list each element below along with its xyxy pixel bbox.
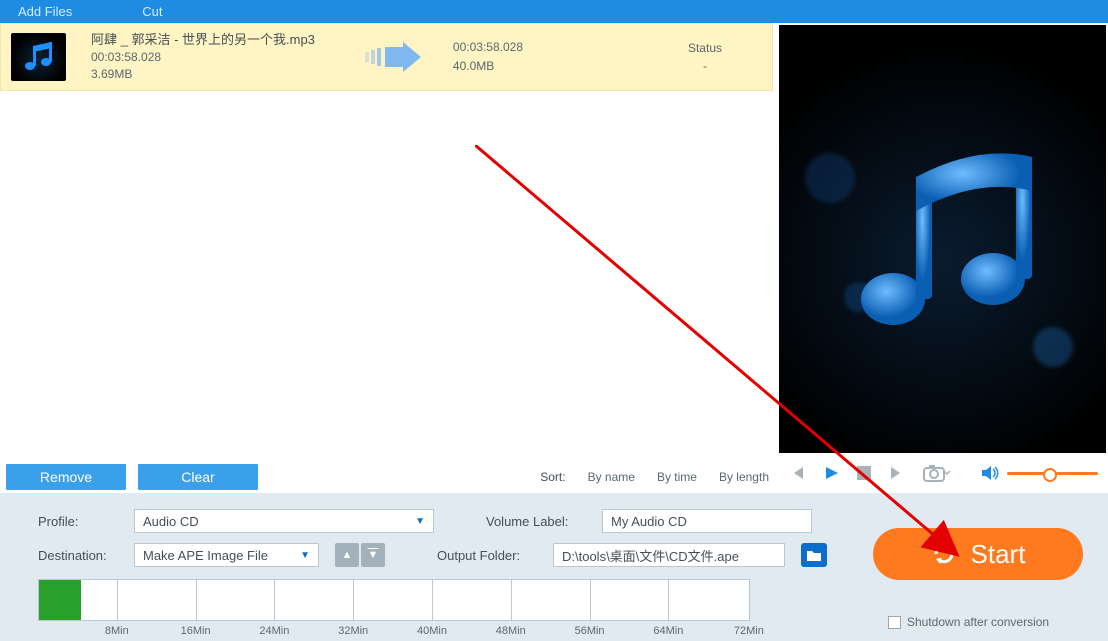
output-folder-input[interactable]: D:\tools\桌面\文件\CD文件.ape: [553, 543, 785, 567]
left-panel: 阿肆 _ 郭采洁 - 世界上的另一个我.mp3 00:03:58.028 3.6…: [0, 23, 773, 493]
file-list: 阿肆 _ 郭采洁 - 世界上的另一个我.mp3 00:03:58.028 3.6…: [0, 23, 773, 461]
ruler-tick: 72Min: [734, 625, 764, 637]
volume-label-label: Volume Label:: [486, 514, 586, 529]
file-name: 阿肆 _ 郭采洁 - 世界上的另一个我.mp3: [91, 31, 315, 49]
destination-select[interactable]: Make APE Image File ▼: [134, 543, 319, 567]
right-panel: [773, 23, 1108, 493]
prev-button[interactable]: [789, 465, 805, 481]
menu-cut[interactable]: Cut: [142, 4, 162, 19]
remove-button[interactable]: Remove: [6, 464, 126, 490]
shutdown-option[interactable]: Shutdown after conversion: [888, 615, 1049, 629]
player-controls: [773, 453, 1108, 493]
sort-by-time[interactable]: By time: [657, 470, 697, 484]
stop-button[interactable]: [857, 466, 871, 480]
settings-panel: Profile: Audio CD ▼ Volume Label: My Aud…: [0, 493, 1108, 641]
settings-left: Profile: Audio CD ▼ Volume Label: My Aud…: [0, 493, 858, 641]
start-button[interactable]: Start: [873, 528, 1083, 580]
load-button[interactable]: ▼: [361, 543, 385, 567]
profile-label: Profile:: [38, 514, 118, 529]
file-duration: 00:03:58.028: [91, 49, 315, 66]
destination-updown: ▲ ▼: [335, 543, 385, 567]
output-folder-label: Output Folder:: [437, 548, 537, 563]
file-thumbnail: [11, 33, 66, 81]
start-label: Start: [971, 539, 1026, 570]
ruler-tick: 16Min: [181, 625, 211, 637]
menu-bar: Add Files Cut: [0, 0, 1108, 23]
status-label: Status: [688, 41, 722, 55]
dropdown-icon: ▼: [300, 550, 310, 561]
main-area: 阿肆 _ 郭采洁 - 世界上的另一个我.mp3 00:03:58.028 3.6…: [0, 23, 1108, 493]
ruler-tick: 24Min: [259, 625, 289, 637]
eject-button[interactable]: ▲: [335, 543, 359, 567]
file-meta-source: 阿肆 _ 郭采洁 - 世界上的另一个我.mp3 00:03:58.028 3.6…: [91, 31, 315, 83]
file-out-duration: 00:03:58.028: [453, 38, 523, 57]
preview-area: [779, 25, 1106, 453]
shutdown-checkbox[interactable]: [888, 616, 901, 629]
play-button[interactable]: [823, 465, 839, 481]
status-value: -: [703, 59, 707, 73]
ruler-tick: 32Min: [338, 625, 368, 637]
dropdown-icon: ▼: [415, 516, 425, 527]
sort-by-name[interactable]: By name: [588, 470, 635, 484]
list-toolbar: Remove Clear Sort: By name By time By le…: [0, 461, 773, 493]
capacity-ruler: 8Min 16Min 24Min 32Min 40Min 48Min 56Min…: [38, 579, 750, 621]
music-note-icon: [838, 139, 1048, 339]
shutdown-label: Shutdown after conversion: [907, 615, 1049, 629]
volume-icon: [981, 465, 999, 481]
ruler-tick: 56Min: [575, 625, 605, 637]
browse-folder-button[interactable]: [801, 543, 827, 567]
profile-value: Audio CD: [143, 514, 199, 529]
file-meta-output: 00:03:58.028 40.0MB: [453, 38, 523, 76]
sort-controls: Sort: By name By time By length: [540, 470, 769, 484]
ruler-tick: 64Min: [653, 625, 683, 637]
file-row[interactable]: 阿肆 _ 郭采洁 - 世界上的另一个我.mp3 00:03:58.028 3.6…: [0, 23, 773, 91]
menu-add-files[interactable]: Add Files: [18, 4, 72, 19]
ruler-tick: 48Min: [496, 625, 526, 637]
convert-arrow-icon: [365, 42, 423, 72]
profile-select[interactable]: Audio CD ▼: [134, 509, 434, 533]
file-out-size: 40.0MB: [453, 57, 523, 76]
sort-label: Sort:: [540, 470, 565, 484]
volume-label-input[interactable]: My Audio CD: [602, 509, 812, 533]
destination-label: Destination:: [38, 548, 118, 563]
clear-button[interactable]: Clear: [138, 464, 258, 490]
volume-track[interactable]: [1007, 472, 1098, 475]
snapshot-button[interactable]: [923, 464, 951, 482]
ruler-tick: 8Min: [105, 625, 129, 637]
destination-value: Make APE Image File: [143, 548, 268, 563]
settings-right: Start Shutdown after conversion: [858, 493, 1108, 641]
ruler-tick: 40Min: [417, 625, 447, 637]
refresh-icon: [931, 541, 957, 567]
volume-slider[interactable]: [981, 465, 1098, 481]
file-size: 3.69MB: [91, 66, 315, 83]
next-button[interactable]: [889, 465, 905, 481]
file-status: Status -: [688, 41, 722, 73]
sort-by-length[interactable]: By length: [719, 470, 769, 484]
